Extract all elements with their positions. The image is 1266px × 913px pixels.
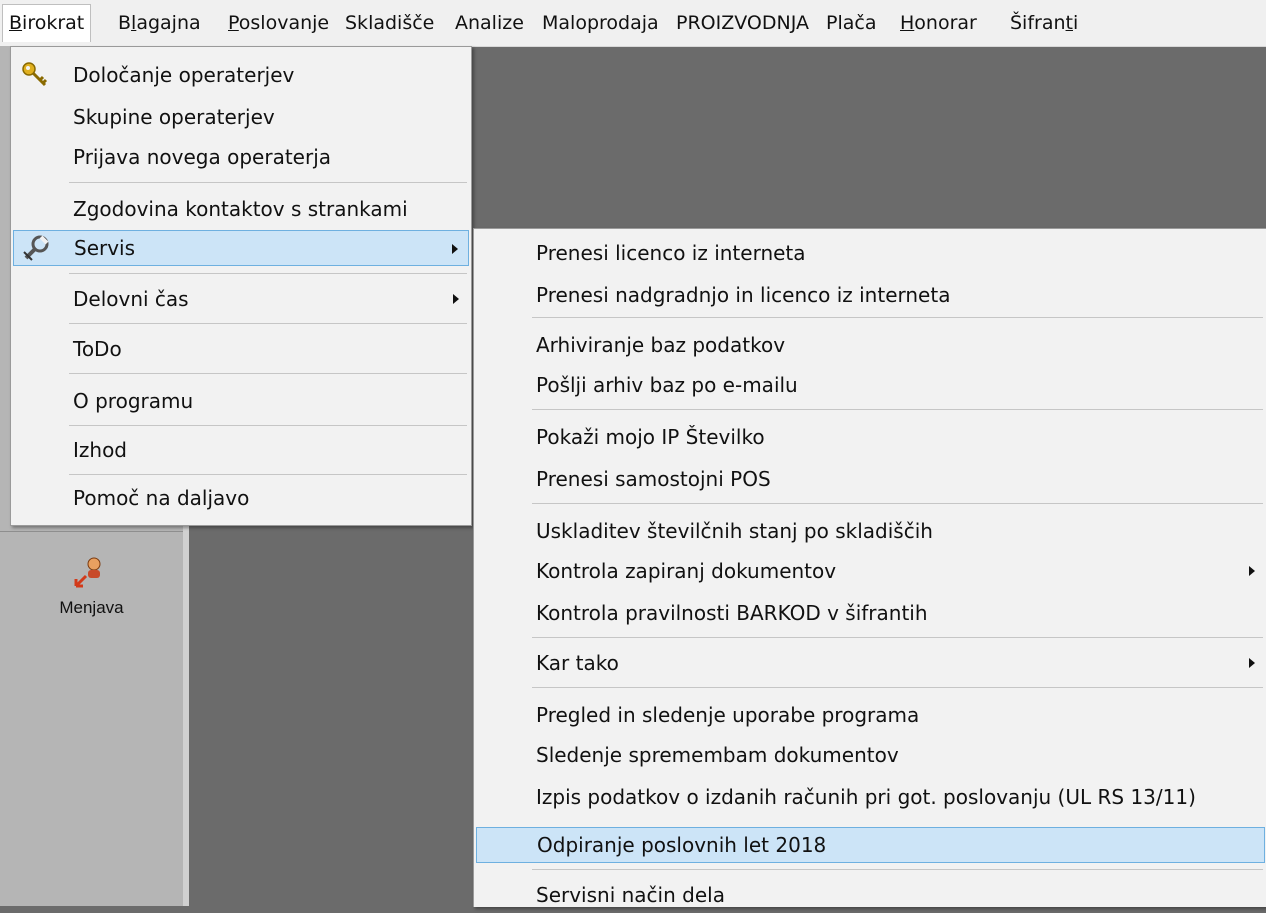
menu-item-uskladitev[interactable]: Uskladitev številčnih stanj po skladišči… bbox=[476, 513, 1265, 549]
menu-separator bbox=[532, 317, 1263, 318]
menu-item-servis[interactable]: Servis bbox=[13, 230, 469, 266]
menjava-label[interactable]: Menjava bbox=[0, 598, 183, 618]
menu-item-prenesi-nadgradnjo[interactable]: Prenesi nadgradnjo in licenco iz interne… bbox=[476, 277, 1265, 313]
menu-separator bbox=[532, 503, 1263, 504]
menu-poslovanje[interactable]: Poslovanje bbox=[222, 4, 335, 42]
menu-blagajna[interactable]: Blagajna bbox=[112, 4, 207, 42]
submenu-arrow-icon bbox=[1249, 658, 1255, 668]
menu-skladisce[interactable]: Skladišče bbox=[339, 4, 440, 42]
menu-item-izpis-podatkov[interactable]: Izpis podatkov o izdanih računih pri got… bbox=[476, 779, 1265, 815]
menu-item-prijava-novega-operaterja[interactable]: Prijava novega operaterja bbox=[13, 139, 469, 175]
menu-item-prenesi-pos[interactable]: Prenesi samostojni POS bbox=[476, 461, 1265, 497]
key-icon bbox=[21, 61, 49, 89]
menu-item-dolocanje-operaterjev[interactable]: Določanje operaterjev bbox=[13, 57, 469, 93]
menu-item-servisni-nacin[interactable]: Servisni način dela bbox=[476, 877, 1265, 913]
menu-placa[interactable]: Plača bbox=[820, 4, 882, 42]
menu-separator bbox=[532, 869, 1263, 870]
menu-separator bbox=[69, 182, 467, 183]
menu-item-pokazi-ip[interactable]: Pokaži mojo IP Številko bbox=[476, 419, 1265, 455]
menu-item-odpiranje-poslovnih-let[interactable]: Odpiranje poslovnih let 2018 bbox=[476, 827, 1265, 863]
wrench-icon bbox=[22, 234, 50, 262]
birokrat-dropdown: Določanje operaterjev Skupine operaterje… bbox=[10, 46, 472, 526]
menu-item-kar-tako[interactable]: Kar tako bbox=[476, 645, 1265, 681]
menu-separator bbox=[69, 273, 467, 274]
user-swap-icon[interactable] bbox=[72, 556, 106, 590]
sidebar-divider bbox=[0, 531, 183, 532]
submenu-arrow-icon bbox=[1249, 566, 1255, 576]
menu-separator bbox=[69, 323, 467, 324]
menu-item-izhod[interactable]: Izhod bbox=[13, 432, 469, 468]
servis-submenu: Prenesi licenco iz interneta Prenesi nad… bbox=[473, 228, 1266, 907]
submenu-arrow-icon bbox=[452, 244, 458, 254]
menu-separator bbox=[532, 409, 1263, 410]
menu-item-o-programu[interactable]: O programu bbox=[13, 383, 469, 419]
menu-analize[interactable]: Analize bbox=[449, 4, 530, 42]
menu-separator bbox=[69, 474, 467, 475]
menu-bar: Birokrat Blagajna Poslovanje Skladišče A… bbox=[0, 0, 1266, 47]
menu-item-kontrola-barkod[interactable]: Kontrola pravilnosti BARKOD v šifrantih bbox=[476, 595, 1265, 631]
menu-honorar[interactable]: Honorar bbox=[894, 4, 983, 42]
menu-item-prenesi-licenco[interactable]: Prenesi licenco iz interneta bbox=[476, 235, 1265, 271]
menu-proizvodnja[interactable]: PROIZVODNJA bbox=[670, 4, 815, 42]
menu-item-delovni-cas[interactable]: Delovni čas bbox=[13, 281, 469, 317]
menu-separator bbox=[69, 425, 467, 426]
menu-item-poslji-arhiv[interactable]: Pošlji arhiv baz po e-mailu bbox=[476, 367, 1265, 403]
menu-separator bbox=[532, 687, 1263, 688]
menu-item-arhiviranje[interactable]: Arhiviranje baz podatkov bbox=[476, 327, 1265, 363]
menu-item-pomoc-na-daljavo[interactable]: Pomoč na daljavo bbox=[13, 480, 469, 516]
menu-separator bbox=[69, 373, 467, 374]
menu-item-todo[interactable]: ToDo bbox=[13, 331, 469, 367]
menu-birokrat[interactable]: Birokrat bbox=[2, 4, 92, 42]
submenu-arrow-icon bbox=[453, 294, 459, 304]
menu-item-pregled-uporabe[interactable]: Pregled in sledenje uporabe programa bbox=[476, 697, 1265, 733]
menu-item-sledenje-spremembam[interactable]: Sledenje spremembam dokumentov bbox=[476, 737, 1265, 773]
menu-item-zgodovina-kontaktov[interactable]: Zgodovina kontaktov s strankami bbox=[13, 191, 469, 227]
menu-maloprodaja[interactable]: Maloprodaja bbox=[536, 4, 665, 42]
menu-item-skupine-operaterjev[interactable]: Skupine operaterjev bbox=[13, 99, 469, 135]
menu-item-kontrola-zapiranj[interactable]: Kontrola zapiranj dokumentov bbox=[476, 553, 1265, 589]
menu-separator bbox=[532, 637, 1263, 638]
menu-sifranti[interactable]: Šifranti bbox=[1004, 4, 1084, 42]
